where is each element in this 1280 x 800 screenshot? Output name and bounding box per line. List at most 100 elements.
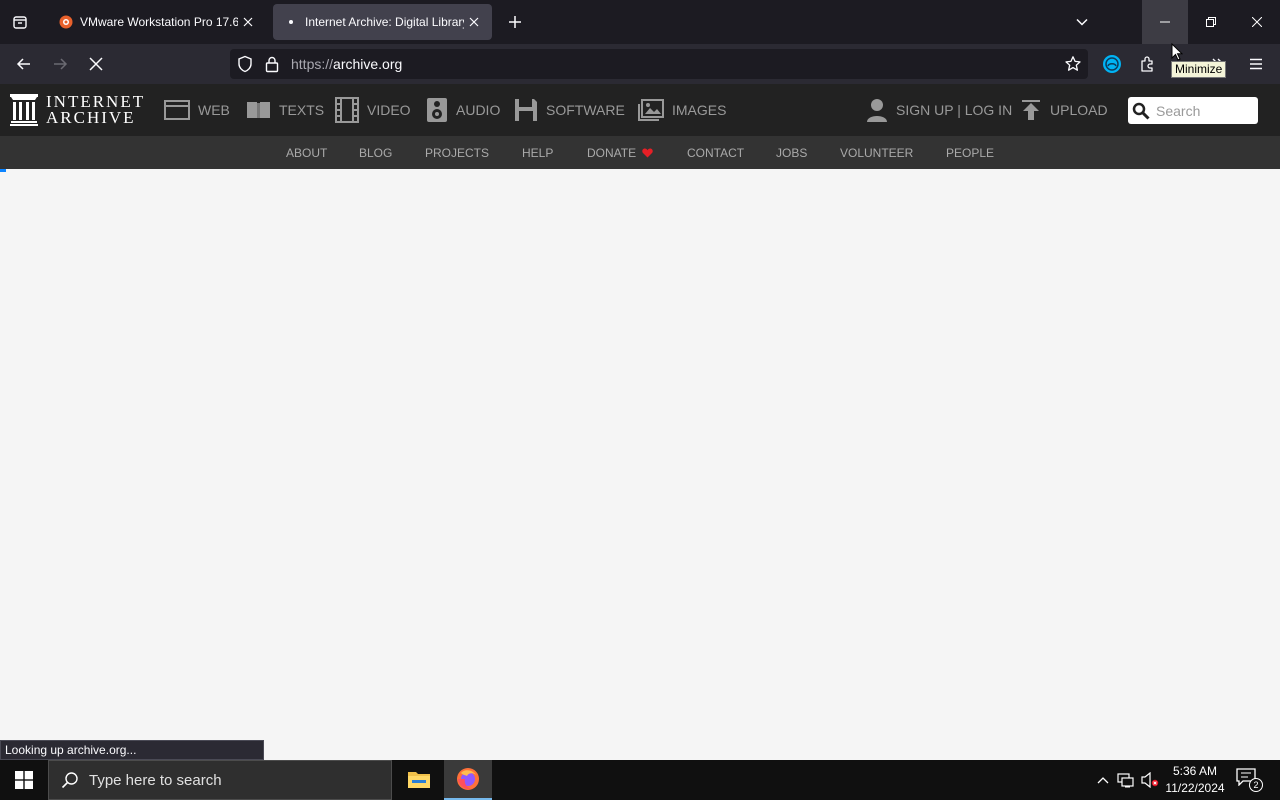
nav-upload[interactable]: UPLOAD [1020,84,1108,136]
close-tab-icon[interactable] [238,12,258,32]
show-hidden-icons-button[interactable] [1093,770,1113,790]
search-icon [61,772,78,789]
tab-label: VMware Workstation Pro 17.6.1 [80,15,238,29]
windows-taskbar: Type here to search 5:36 AM 11/22/2024 2 [0,760,1280,800]
sub-link-projects[interactable]: PROJECTS [425,146,489,160]
tab-internet-archive[interactable]: Internet Archive: Digital Library [273,4,492,40]
tab-vmware[interactable]: VMware Workstation Pro 17.6.1 [48,4,266,40]
floppy-disk-icon [515,99,537,121]
arrow-right-icon [54,58,68,70]
arrow-left-icon [16,58,30,70]
upload-icon [1022,100,1040,120]
url-text[interactable]: https://archive.org [291,56,402,72]
minimize-tooltip: Minimize [1171,61,1227,78]
minimize-button[interactable] [1142,0,1188,44]
action-center-button[interactable]: 2 [1236,768,1264,792]
nav-video-label: VIDEO [367,102,411,118]
page-content-area [0,169,1280,760]
stop-icon [89,57,103,71]
firefox-taskbar-button[interactable] [444,760,492,800]
close-icon [1252,17,1262,27]
book-icon [247,102,270,118]
sub-link-about[interactable]: ABOUT [286,146,327,160]
account-icon [1103,55,1121,73]
nav-signup-label: SIGN UP | LOG IN [896,102,1013,118]
mouse-cursor-icon [1171,43,1183,61]
nav-images-label: IMAGES [672,102,727,118]
sub-link-blog[interactable]: BLOG [359,146,392,160]
file-explorer-taskbar-button[interactable] [395,760,443,800]
sub-link-donate-label: DONATE [587,146,637,160]
nav-web[interactable]: WEB [164,84,230,136]
film-icon [335,97,359,123]
loading-dot-icon [283,14,299,30]
hamburger-menu-icon [1250,58,1262,70]
speaker-icon [427,98,447,122]
account-button[interactable] [1098,50,1126,78]
web-icon [164,100,190,120]
firefox-view-button[interactable] [0,0,40,44]
puzzle-piece-icon [1141,56,1153,72]
user-icon [867,99,887,122]
search-icon [1132,102,1150,120]
network-tray-button[interactable] [1116,770,1136,790]
ia-logo-line2: ARCHIVE [46,108,136,127]
taskbar-search-text: Type here to search [89,771,222,789]
ia-logo-text: INTERNET ARCHIVE [46,93,145,127]
sub-link-jobs[interactable]: JOBS [776,146,807,160]
restore-button[interactable] [1188,0,1234,44]
forward-button[interactable] [46,50,74,78]
tab-label: Internet Archive: Digital Library [305,15,464,29]
new-tab-button[interactable] [503,10,527,34]
nav-video[interactable]: VIDEO [335,84,411,136]
firefox-view-icon [13,16,27,29]
start-button[interactable] [0,760,48,800]
nav-software[interactable]: SOFTWARE [514,84,625,136]
nav-upload-label: UPLOAD [1050,102,1108,118]
navigation-toolbar: https://archive.org [0,44,1280,84]
sub-link-volunteer[interactable]: VOLUNTEER [840,146,913,160]
notification-count-badge: 2 [1249,778,1263,792]
volume-muted-icon [1141,772,1159,788]
chevron-down-icon [1076,18,1088,26]
close-tab-icon[interactable] [464,12,484,32]
app-menu-button[interactable] [1242,50,1270,78]
close-window-button[interactable] [1234,0,1280,44]
tab-strip: VMware Workstation Pro 17.6.1 Internet A… [0,0,1280,44]
lock-icon[interactable] [264,55,280,73]
volume-tray-button[interactable] [1140,770,1160,790]
sub-link-help[interactable]: HELP [522,146,553,160]
sub-link-people[interactable]: PEOPLE [946,146,994,160]
stop-loading-button[interactable] [82,50,110,78]
list-all-tabs-button[interactable] [1070,10,1094,34]
taskbar-clock[interactable]: 5:36 AM 11/22/2024 [1160,763,1230,797]
ia-top-nav: INTERNET ARCHIVE WEB TEXTS VIDEO AUDIO S… [0,84,1280,136]
ia-search-box[interactable] [1128,97,1258,124]
folder-icon [408,772,430,788]
ia-secondary-nav: ABOUT BLOG PROJECTS HELP DONATE CONTACT … [0,136,1280,169]
nav-audio[interactable]: AUDIO [426,84,500,136]
chevron-up-icon [1097,777,1109,784]
ia-search-input[interactable] [1156,102,1251,119]
windows-logo-icon [15,771,33,789]
status-panel: Looking up archive.org... [0,740,264,760]
nav-texts[interactable]: TEXTS [246,84,324,136]
ia-logo[interactable]: INTERNET ARCHIVE [10,93,145,127]
extensions-button[interactable] [1134,50,1162,78]
url-bar[interactable]: https://archive.org [230,49,1088,79]
sub-link-contact[interactable]: CONTACT [687,146,744,160]
bookmark-star-icon[interactable] [1064,55,1082,73]
nav-texts-label: TEXTS [279,102,325,118]
sub-link-donate[interactable]: DONATE [587,146,654,160]
nav-signup-login[interactable]: SIGN UP | LOG IN [866,84,1012,136]
taskbar-search-box[interactable]: Type here to search [48,760,392,800]
back-button[interactable] [10,50,38,78]
archive-building-icon [10,94,38,126]
nav-images[interactable]: IMAGES [638,84,726,136]
nav-audio-label: AUDIO [456,102,501,118]
clock-date: 11/22/2024 [1165,781,1225,795]
tracking-protection-shield-icon[interactable] [236,55,254,73]
heart-icon [642,148,654,158]
image-icon [638,99,664,121]
minimize-icon [1160,21,1170,23]
